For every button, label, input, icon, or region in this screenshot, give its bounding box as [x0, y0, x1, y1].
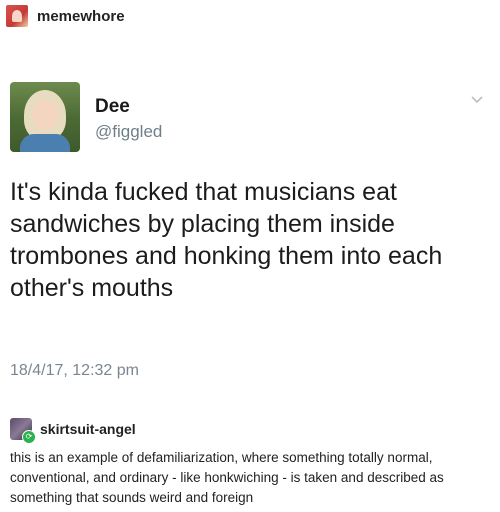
user-avatar-icon[interactable]: ⟳ — [10, 418, 36, 444]
tweet-text: It's kinda fucked that musicians eat san… — [10, 178, 443, 302]
user-avatar-icon[interactable] — [6, 5, 28, 27]
tweet-screenshot: Dee @figgled It's kinda fucked that musi… — [0, 70, 500, 400]
tweet-timestamp: 18/4/17, 12:32 pm — [10, 362, 139, 379]
tweet-handle: @figgled — [95, 122, 163, 141]
reblog-badge-icon: ⟳ — [22, 430, 36, 444]
reblog-username[interactable]: skirtsuit-angel — [40, 421, 136, 437]
chevron-down-icon[interactable] — [470, 92, 484, 106]
reblog-header: ⟳ skirtsuit-angel — [10, 416, 136, 444]
tweet-avatar — [10, 82, 80, 152]
reblog-text: this is an example of defamiliarization,… — [10, 450, 444, 505]
tweet-display-name: Dee — [95, 96, 130, 117]
op-username[interactable]: memewhore — [37, 8, 125, 25]
op-header: memewhore — [6, 4, 125, 28]
